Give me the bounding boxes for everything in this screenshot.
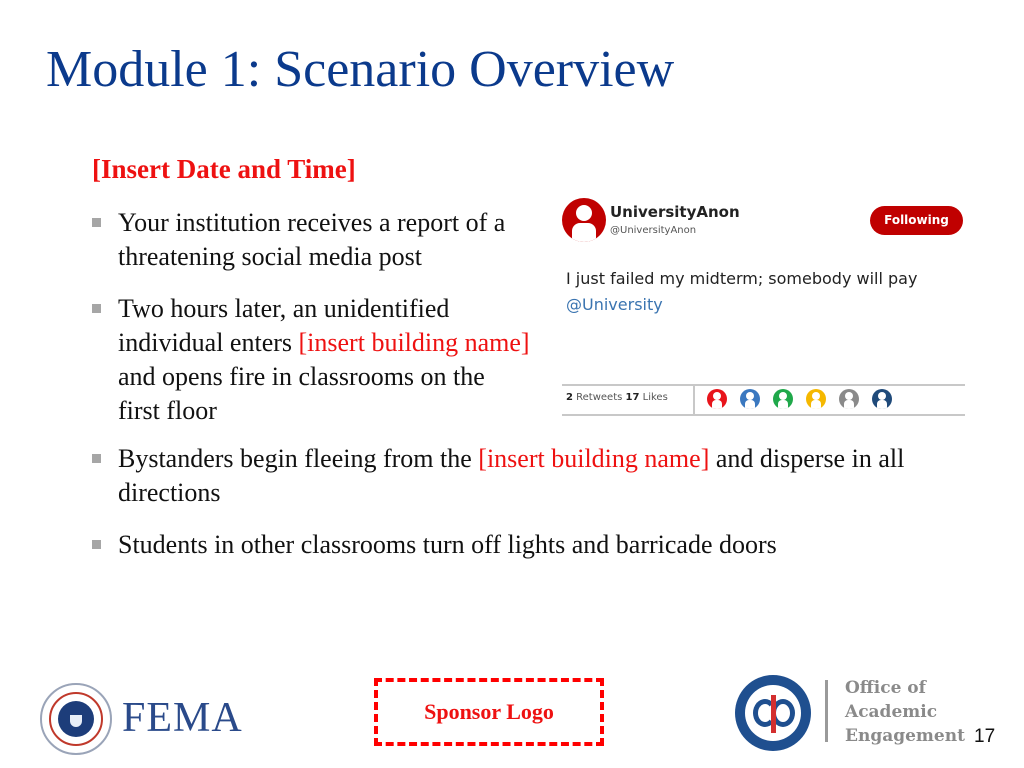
retweets-count: 2: [566, 392, 573, 403]
liker-avatar-icon[interactable]: [707, 389, 727, 409]
bullet-text: and opens fire in classrooms on the firs…: [118, 362, 485, 425]
bullet-marker-icon: [92, 304, 101, 313]
date-time-placeholder: [Insert Date and Time]: [92, 154, 356, 184]
post-text: I just failed my midterm; somebody will …: [566, 266, 917, 318]
liker-avatar-icon[interactable]: [806, 389, 826, 409]
post-handle: @UniversityAnon: [610, 225, 697, 236]
bullet-item: Two hours later, an unidentified individ…: [92, 292, 532, 428]
sponsor-logo-placeholder: Sponsor Logo: [374, 678, 604, 746]
bullet-text: Bystanders begin fleeing from the: [118, 444, 479, 473]
page-number: 17: [974, 726, 996, 747]
post-stats-bar: 2 Retweets 17 Likes: [562, 384, 965, 416]
bullet-marker-icon: [92, 454, 101, 463]
liker-avatar-icon[interactable]: [872, 389, 892, 409]
bullet-item: Students in other classrooms turn off li…: [92, 528, 952, 562]
bullet-marker-icon: [92, 218, 101, 227]
building-name-placeholder: [insert building name]: [478, 444, 710, 473]
likes-count: 17: [625, 392, 640, 403]
liker-avatar-icon[interactable]: [839, 389, 859, 409]
slide-title: Module 1: Scenario Overview: [46, 41, 675, 98]
liker-avatar-icon[interactable]: [773, 389, 793, 409]
following-button[interactable]: Following: [870, 206, 963, 235]
bullet-item: Bystanders begin fleeing from the [inser…: [92, 442, 952, 510]
liker-avatar-icon[interactable]: [740, 389, 760, 409]
fema-logo-text: FEMA: [122, 695, 243, 741]
logo-divider: [825, 680, 828, 742]
dhs-seal-icon: [40, 683, 112, 755]
post-mention-link[interactable]: @University: [566, 295, 663, 314]
bullet-text: Students in other classrooms turn off li…: [118, 530, 777, 559]
engagement-counts: 2 Retweets 17 Likes: [566, 392, 668, 403]
bullet-marker-icon: [92, 540, 101, 549]
post-username: UniversityAnon: [610, 203, 740, 221]
office-academic-engagement-logo: Office of Academic Engagement: [845, 678, 965, 746]
bullet-text: Your institution receives a report of a …: [118, 208, 506, 271]
post-body: I just failed my midterm; somebody will …: [566, 269, 918, 288]
likes-label: Likes: [642, 392, 668, 403]
sponsor-logo-label: Sponsor Logo: [424, 699, 554, 724]
social-media-post: UniversityAnon @UniversityAnon Following…: [560, 196, 965, 416]
user-avatar-icon: [562, 198, 606, 242]
campus-resilience-seal-icon: [735, 675, 811, 751]
retweets-label: Retweets: [576, 392, 623, 403]
bullet-item: Your institution receives a report of a …: [92, 206, 532, 274]
building-name-placeholder: [insert building name]: [298, 328, 530, 357]
stats-divider: [693, 386, 695, 414]
